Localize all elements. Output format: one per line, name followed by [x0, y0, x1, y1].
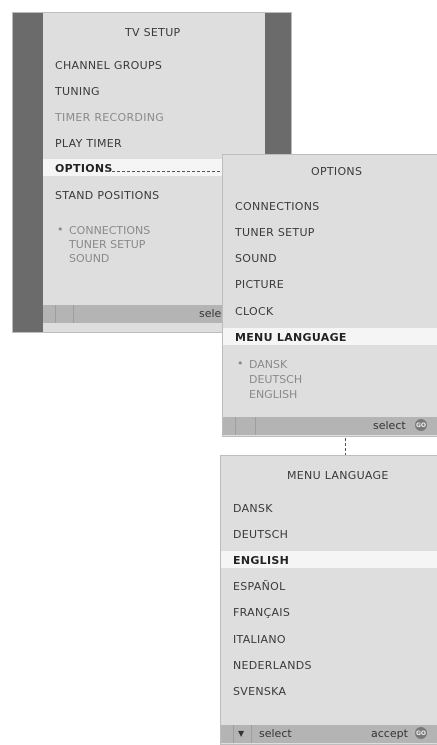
menu-item-play-timer[interactable]: PLAY TIMER — [55, 137, 122, 150]
footer-select-label: select — [373, 419, 406, 432]
language-item-dansk[interactable]: DANSK — [233, 502, 273, 515]
submenu-bullet: • — [57, 223, 64, 236]
menu-language-menu: MENU LANGUAGE DANSK DEUTSCH ENGLISH ESPA… — [220, 455, 437, 745]
language-item-francais[interactable]: FRANÇAIS — [233, 606, 290, 619]
menu-item-sound[interactable]: SOUND — [235, 252, 277, 265]
language-item-italiano[interactable]: ITALIANO — [233, 633, 286, 646]
go-button-icon: GO — [415, 727, 427, 739]
menu-item-tuner-setup[interactable]: TUNER SETUP — [235, 226, 315, 239]
connector-line-vertical — [345, 438, 346, 456]
menu-title: OPTIONS — [311, 165, 363, 178]
menu-item-connections[interactable]: CONNECTIONS — [235, 200, 320, 213]
submenu-deutsch: DEUTSCH — [249, 373, 303, 386]
options-menu: OPTIONS CONNECTIONS TUNER SETUP SOUND PI… — [222, 154, 437, 437]
menu-item-menu-language[interactable]: MENU LANGUAGE — [235, 331, 347, 344]
submenu-english: ENGLISH — [249, 388, 298, 401]
menu-footer: ▼ select accept GO — [221, 725, 437, 743]
language-item-svenska[interactable]: SVENSKA — [233, 685, 286, 698]
go-button-icon: GO — [415, 419, 427, 431]
submenu-tuner-setup: TUNER SETUP — [69, 238, 146, 251]
menu-title: TV SETUP — [125, 26, 181, 39]
language-item-nederlands[interactable]: NEDERLANDS — [233, 659, 312, 672]
menu-item-stand-positions[interactable]: STAND POSITIONS — [55, 189, 159, 202]
menu-item-picture[interactable]: PICTURE — [235, 278, 284, 291]
language-item-english[interactable]: ENGLISH — [233, 554, 289, 567]
menu-footer: select GO — [223, 417, 437, 435]
language-item-espanol[interactable]: ESPAÑOL — [233, 580, 286, 593]
menu-title: MENU LANGUAGE — [287, 469, 389, 482]
footer-accept-label: accept — [371, 727, 408, 740]
submenu-sound: SOUND — [69, 252, 110, 265]
menu-item-channel-groups[interactable]: CHANNEL GROUPS — [55, 59, 162, 72]
menu-item-tuning[interactable]: TUNING — [55, 85, 100, 98]
menu-item-clock[interactable]: CLOCK — [235, 305, 273, 318]
left-sidebar — [13, 13, 43, 332]
submenu-connections: CONNECTIONS — [69, 224, 151, 237]
scroll-down-icon: ▼ — [238, 729, 245, 738]
menu-item-options[interactable]: OPTIONS — [55, 162, 113, 175]
language-item-deutsch[interactable]: DEUTSCH — [233, 528, 288, 541]
submenu-dansk: DANSK — [249, 358, 288, 371]
footer-select-label: select — [259, 727, 292, 740]
submenu-bullet: • — [237, 357, 244, 370]
menu-item-timer-recording[interactable]: TIMER RECORDING — [55, 111, 164, 124]
